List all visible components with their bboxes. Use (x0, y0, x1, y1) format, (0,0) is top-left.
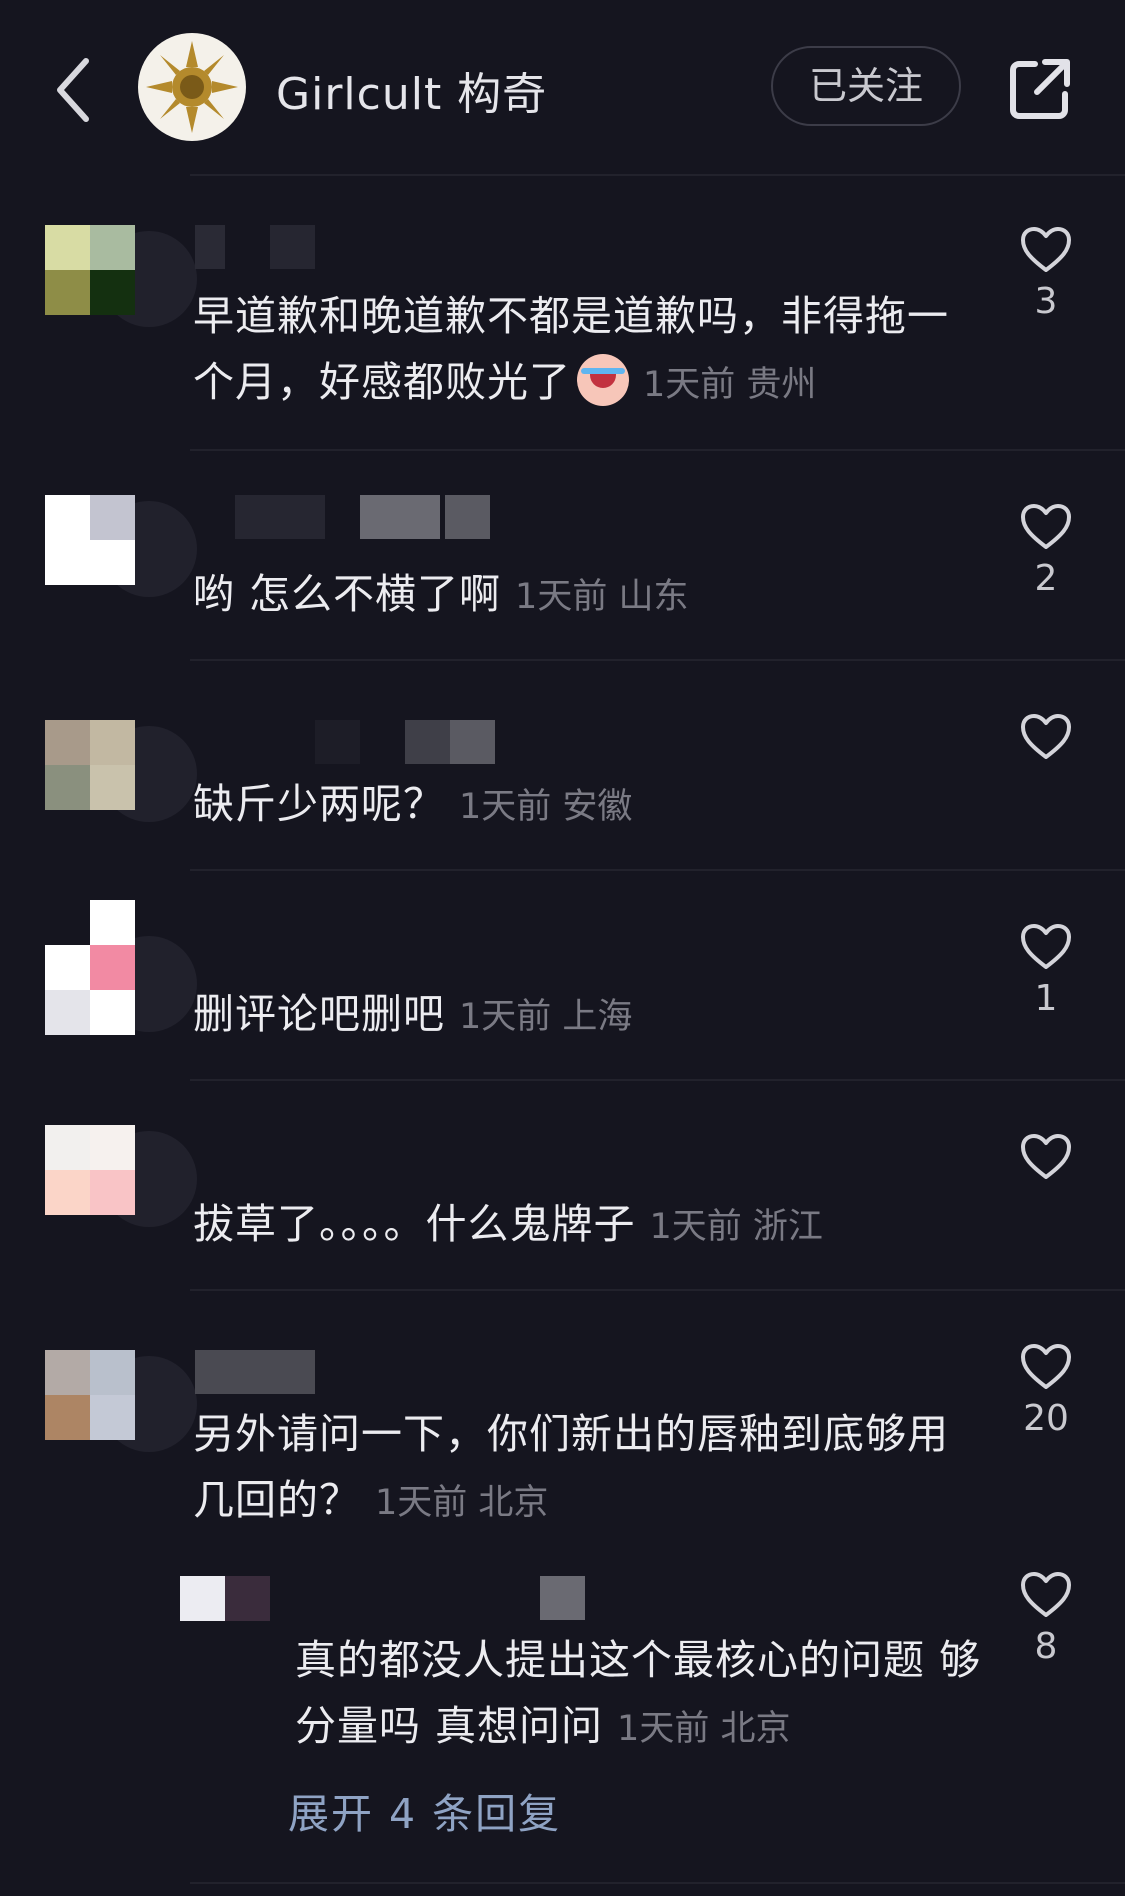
share-icon[interactable] (1005, 54, 1075, 124)
like-button[interactable]: 3 (1018, 226, 1074, 324)
like-button[interactable] (1018, 713, 1074, 761)
comment-meta: 1天前 浙江 (649, 1207, 823, 1247)
reply-text: 真的都没人提出这个最核心的问题 够分量吗 真想问问 1天前 北京 (295, 1636, 982, 1750)
avatar[interactable] (45, 720, 197, 822)
comment-meta: 1天前 北京 (375, 1483, 549, 1523)
like-button[interactable]: 20 (1018, 1343, 1074, 1441)
avatar[interactable] (45, 1350, 197, 1452)
divider (190, 1289, 1125, 1291)
reply-meta: 1天前 北京 (617, 1709, 791, 1749)
expand-replies-button[interactable]: 展开 4 条回复 (288, 1780, 561, 1840)
like-count: 20 (1023, 1398, 1069, 1439)
comment-text: 缺斤少两呢？ 1天前 安徽 (193, 780, 633, 828)
divider (190, 1882, 1125, 1884)
avatar[interactable] (45, 225, 197, 327)
heart-icon (1021, 714, 1071, 759)
divider (190, 1079, 1125, 1081)
like-button[interactable] (1018, 1133, 1074, 1181)
like-count: 2 (1034, 558, 1058, 599)
reply-avatar[interactable] (180, 1576, 270, 1621)
avatar[interactable] (45, 495, 197, 597)
comment-meta: 1天前 上海 (459, 997, 633, 1037)
heart-icon (1021, 504, 1071, 549)
divider (190, 659, 1125, 661)
comment-meta: 1天前 山东 (515, 577, 689, 617)
heart-icon (1021, 1572, 1071, 1617)
divider (190, 449, 1125, 451)
heart-icon (1021, 924, 1071, 969)
like-button[interactable]: 2 (1018, 503, 1074, 601)
comment-text: 拔草了。。。。什么鬼牌子 1天前 浙江 (193, 1200, 823, 1248)
comment-meta: 1天前 贵州 (643, 365, 817, 405)
like-count: 1 (1034, 978, 1058, 1019)
divider (190, 174, 1125, 176)
brand-avatar[interactable] (138, 33, 246, 141)
like-count: 8 (1034, 1626, 1058, 1667)
comment-text: 哟 怎么不横了啊 1天前 山东 (193, 570, 689, 618)
like-button[interactable]: 8 (1018, 1571, 1074, 1669)
back-arrow-icon[interactable] (50, 55, 100, 125)
like-button[interactable]: 1 (1018, 923, 1074, 1021)
like-count: 3 (1034, 281, 1058, 322)
account-title[interactable]: Girlcult 构奇 (276, 58, 547, 122)
heart-icon (1021, 227, 1071, 272)
comment-text: 删评论吧删吧 1天前 上海 (193, 990, 633, 1038)
avatar[interactable] (45, 900, 197, 1035)
avatar[interactable] (45, 1125, 197, 1227)
comment-text: 早道歉和晚道歉不都是道歉吗，非得拖一个月，好感都败光了 1天前 贵州 (193, 292, 949, 406)
comment-text: 另外请问一下，你们新出的唇釉到底够用几回的？ 1天前 北京 (193, 1410, 949, 1524)
sun-logo-icon (146, 41, 238, 133)
comment-meta: 1天前 安徽 (459, 787, 633, 827)
following-button[interactable]: 已关注 (771, 46, 961, 126)
heart-icon (1021, 1134, 1071, 1179)
crying-laughing-emoji-icon (577, 354, 629, 406)
divider (190, 869, 1125, 871)
heart-icon (1021, 1344, 1071, 1389)
top-bar: Girlcult 构奇 已关注 (0, 0, 1125, 176)
